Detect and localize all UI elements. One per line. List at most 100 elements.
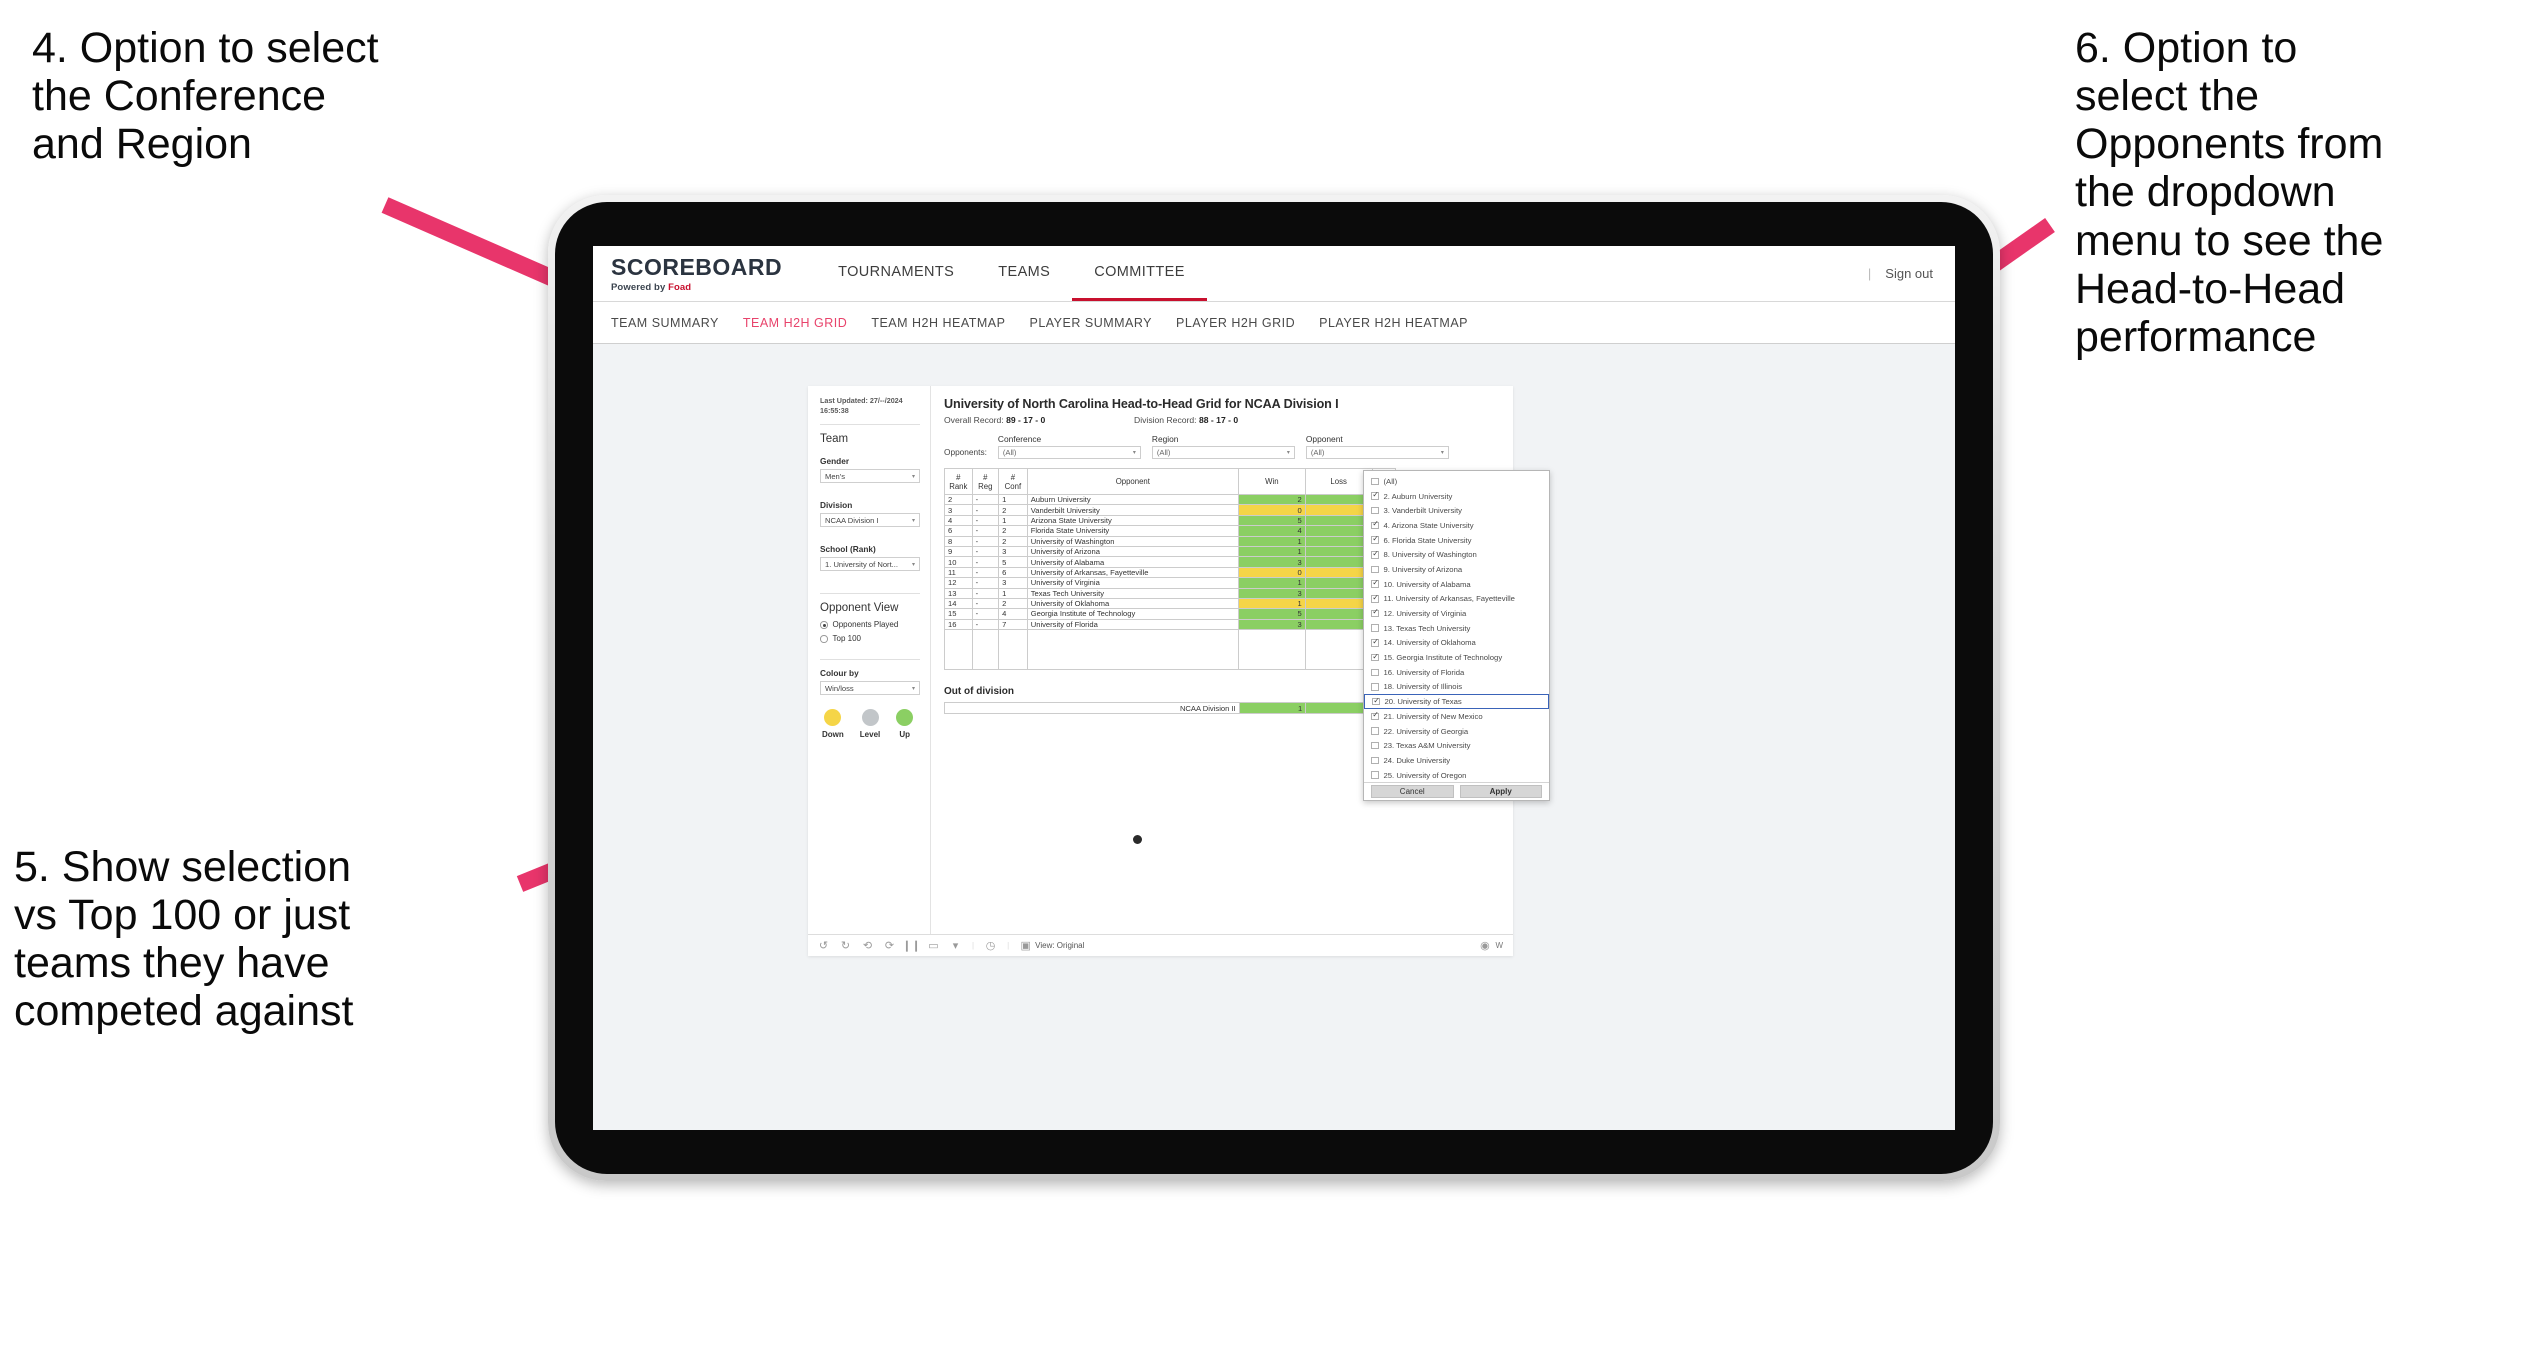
undo-icon[interactable]: ↺ (818, 940, 829, 952)
school-rank-select[interactable]: 1. University of Nort... ▾ (820, 557, 920, 572)
tab-team-summary[interactable]: TEAM SUMMARY (611, 316, 743, 330)
out-of-division-row[interactable]: NCAA Division II10 (944, 702, 1397, 715)
tab-player-h2h-heatmap[interactable]: PLAYER H2H HEATMAP (1319, 316, 1492, 330)
table-row[interactable]: 8-2University of Washington10 (944, 535, 1397, 547)
checkbox-checked-icon[interactable] (1371, 609, 1379, 618)
col-rank[interactable]: # Rank (944, 468, 973, 495)
col-reg[interactable]: # Reg (971, 468, 1000, 495)
cell-win: 3 (1237, 618, 1306, 631)
view-selector[interactable]: ▣ View: Original (1020, 940, 1084, 952)
tab-player-summary[interactable]: PLAYER SUMMARY (1029, 316, 1176, 330)
checkbox-checked-icon[interactable] (1371, 711, 1379, 721)
chevron-down-icon[interactable]: ▾ (950, 940, 961, 952)
refresh-data-icon[interactable]: ⟳ (884, 940, 895, 952)
region-filter-select[interactable]: (All) ▾ (1151, 446, 1295, 459)
table-row[interactable]: 4-1Arizona State University51 (944, 514, 1397, 527)
pause-updates-icon[interactable]: ❙❙ (902, 940, 920, 952)
region-filter-label: Region (1151, 434, 1179, 444)
col-conf[interactable]: # Conf (998, 468, 1028, 495)
opponent-option[interactable]: (All) (1364, 474, 1549, 489)
opponent-option[interactable]: 13. Texas Tech University (1364, 621, 1549, 636)
opponent-option[interactable]: 6. Florida State University (1364, 533, 1549, 548)
table-row[interactable]: 11-6 University of Arkansas, Fayetteville… (944, 566, 1397, 579)
checkbox-icon[interactable] (1371, 741, 1379, 750)
checkbox-icon[interactable] (1371, 506, 1379, 515)
sign-out-link[interactable]: Sign out (1885, 266, 1933, 281)
alert-icon[interactable]: ▭ (928, 940, 939, 952)
col-opponent[interactable]: Opponent (1026, 468, 1239, 495)
revert-icon[interactable]: ⟲ (862, 940, 873, 952)
opponent-option[interactable]: 15. Georgia Institute of Technology (1364, 650, 1549, 665)
opponent-option[interactable]: 10. University of Alabama (1364, 577, 1549, 592)
cancel-button[interactable]: Cancel (1371, 785, 1454, 798)
table-row[interactable]: 14-2University of Oklahoma12 (944, 597, 1397, 610)
opponent-option[interactable]: 18. University of Illinois (1364, 680, 1549, 695)
table-row[interactable]: 2-1Auburn University21 (944, 493, 1397, 506)
apply-button[interactable]: Apply (1459, 785, 1542, 798)
checkbox-checked-icon[interactable] (1371, 550, 1379, 559)
checkbox-checked-icon[interactable] (1371, 491, 1379, 500)
opponent-option[interactable]: 2. Auburn University (1364, 489, 1549, 504)
tab-player-h2h-grid[interactable]: PLAYER H2H GRID (1176, 316, 1319, 330)
table-row[interactable]: 16-7University of Florida31 (944, 618, 1397, 631)
table-row[interactable]: 10-5University of Alabama30 (944, 556, 1397, 568)
opponent-option[interactable]: 22. University of Georgia (1364, 724, 1549, 739)
opponent-option-label: 15. Georgia Institute of Technology (1383, 653, 1503, 663)
checkbox-icon[interactable] (1371, 727, 1379, 735)
opponent-option[interactable]: 16. University of Florida (1364, 665, 1549, 680)
opponent-option-label: 13. Texas Tech University (1383, 623, 1471, 633)
colour-by-select[interactable]: Win/loss ▾ (820, 681, 920, 696)
eye-icon[interactable]: ◉ (1479, 940, 1490, 952)
checkbox-icon[interactable] (1371, 683, 1379, 691)
opponent-option[interactable]: 14. University of Oklahoma (1364, 636, 1549, 651)
checkbox-icon[interactable] (1371, 624, 1379, 632)
checkbox-checked-icon[interactable] (1371, 579, 1379, 588)
gender-select[interactable]: Men's ▾ (820, 469, 920, 484)
table-row[interactable]: 15-4Georgia Institute of Technology50 (944, 608, 1397, 620)
opponent-dropdown-popup[interactable]: (All) 2. Auburn University 3. Vanderbilt U… (1363, 470, 1550, 801)
nav-item-tournaments[interactable]: TOURNAMENTS (816, 246, 976, 301)
opponent-dropdown-list[interactable]: (All) 2. Auburn University 3. Vanderbilt U… (1364, 471, 1549, 782)
radio-top-100[interactable]: Top 100 (820, 634, 920, 643)
checkbox-checked-icon[interactable] (1371, 653, 1379, 662)
cell-opponent: Vanderbilt University (1026, 504, 1239, 516)
opponent-option[interactable]: 25. University of Oregon (1364, 768, 1549, 782)
checkbox-icon[interactable] (1371, 668, 1379, 677)
table-row[interactable]: 9-3University of Arizona10 (944, 545, 1397, 558)
opponent-option[interactable]: 12. University of Virginia (1364, 606, 1549, 621)
radio-opponents-played[interactable]: Opponents Played (820, 620, 920, 629)
opponent-option[interactable]: 9. University of Arizona (1364, 562, 1549, 577)
table-row[interactable]: 13-1Texas Tech University30 (944, 587, 1397, 599)
redo-icon[interactable]: ↻ (840, 940, 851, 952)
opponent-option[interactable]: 24. Duke University (1364, 753, 1549, 768)
history-icon[interactable]: ◷ (985, 940, 996, 952)
checkbox-icon[interactable] (1371, 477, 1379, 486)
table-row[interactable]: 12-3University of Virginia10 (944, 577, 1397, 589)
table-row[interactable]: 6-2Florida State University42 (944, 525, 1397, 537)
col-win[interactable]: Win (1237, 468, 1306, 495)
brand-logo[interactable]: SCOREBOARD Powered by Foad (593, 246, 798, 301)
nav-item-committee[interactable]: COMMITTEE (1072, 246, 1207, 301)
checkbox-icon[interactable] (1371, 565, 1379, 574)
opponent-option[interactable]: 4. Arizona State University (1364, 518, 1549, 533)
tab-team-h2h-heatmap[interactable]: TEAM H2H HEATMAP (871, 316, 1029, 330)
checkbox-icon[interactable] (1371, 771, 1379, 779)
opponent-option[interactable]: 8. University of Washington (1364, 547, 1549, 562)
checkbox-icon[interactable] (1371, 756, 1379, 765)
checkbox-checked-icon[interactable] (1371, 520, 1379, 530)
table-row[interactable]: 3-2Vanderbilt University04 (944, 504, 1397, 516)
conference-filter-select[interactable]: (All) ▾ (997, 446, 1141, 459)
checkbox-checked-icon[interactable] (1371, 594, 1379, 603)
checkbox-checked-icon[interactable] (1372, 697, 1380, 706)
division-select[interactable]: NCAA Division I ▾ (820, 513, 920, 528)
tab-team-h2h-grid[interactable]: TEAM H2H GRID (743, 316, 871, 330)
checkbox-checked-icon[interactable] (1371, 535, 1379, 544)
checkbox-checked-icon[interactable] (1371, 638, 1379, 647)
opponent-filter-select[interactable]: (All) ▾ (1305, 446, 1449, 459)
opponent-option[interactable]: 20. University of Texas (1364, 694, 1549, 709)
opponent-option[interactable]: 3. Vanderbilt University (1364, 503, 1549, 518)
opponent-option[interactable]: 21. University of New Mexico (1364, 709, 1549, 724)
opponent-option[interactable]: 23. Texas A&M University (1364, 738, 1549, 753)
opponent-option[interactable]: 11. University of Arkansas, Fayetteville (1364, 592, 1549, 607)
nav-item-teams[interactable]: TEAMS (976, 246, 1072, 301)
